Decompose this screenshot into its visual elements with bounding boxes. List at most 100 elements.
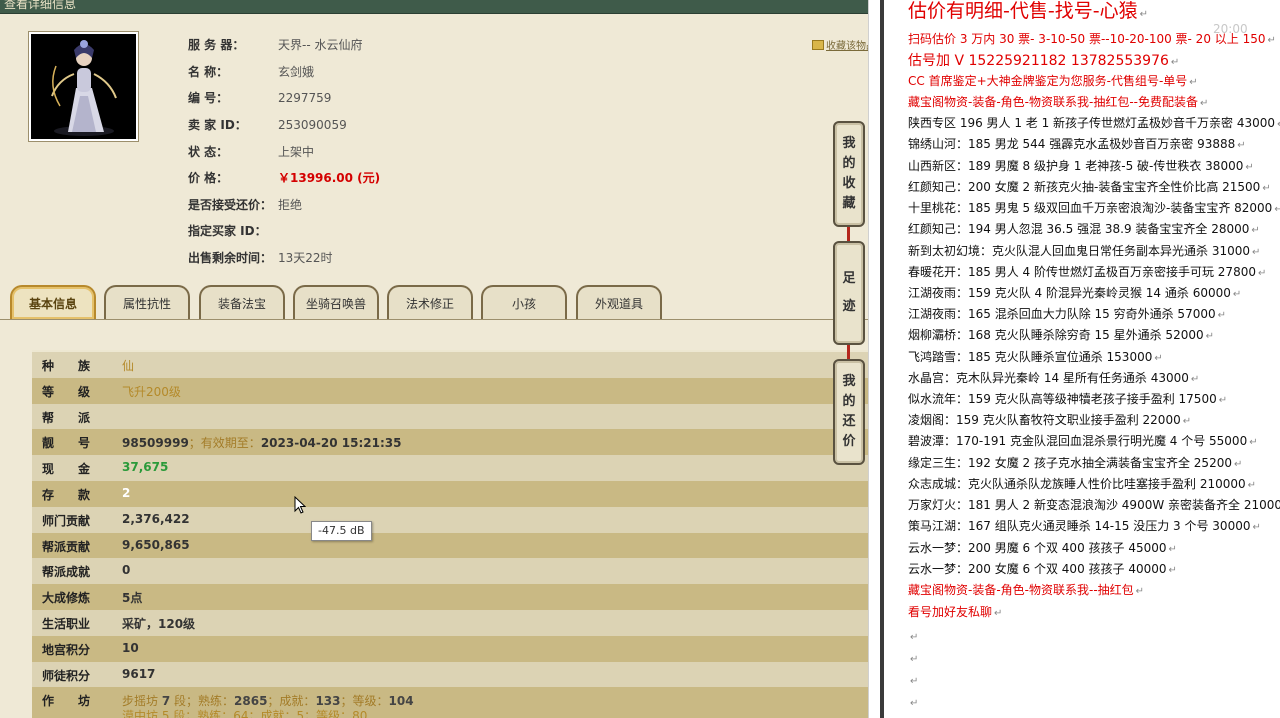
paragraph-mark-icon: ↵ — [1237, 140, 1246, 151]
document-line: 十里桃花：185 男鬼 5 级双回血千万亲密浪淘沙-装备宝宝齐 82000 ↵ — [908, 199, 1280, 216]
document-line: 锦绣山河：185 男龙 544 强霹克水孟极妙音百万亲密 93888 ↵ — [908, 137, 1246, 151]
document-line: 似水流年：159 克火队高等级神犢老孩子接手盈利 17500 ↵ — [908, 392, 1228, 406]
workshop-segment: 133 — [315, 694, 341, 709]
workshop-segment: 步摇坊 — [122, 694, 162, 709]
document-line: 碧波潭：170-191 克金队混回血混杀景行明光魔 4 个号 55000 ↵ — [908, 434, 1258, 448]
paragraph-mark-icon: ↵ — [910, 654, 919, 665]
document-line: 云水一梦：200 女魔 6 个双 400 孩孩子 40000 ↵ — [908, 562, 1177, 576]
scrollbar[interactable] — [880, 0, 884, 718]
side-connector — [847, 345, 850, 359]
document-line: ↵ — [908, 629, 918, 643]
paragraph-mark-icon: ↵ — [1217, 310, 1226, 321]
screen: 查看详细信息 服 务 器： 天界-- 水云仙府 名 称： 玄剑娥 编 号： 22… — [0, 0, 1280, 718]
document-line: 山西新区：189 男魔 8 级护身 1 老神孩-5 破-传世秩衣 38000 ↵ — [908, 159, 1254, 173]
character-avatar — [28, 31, 139, 142]
info-name: 名 称： 玄剑娥 — [188, 65, 315, 79]
paragraph-mark-icon: ↵ — [1135, 586, 1145, 597]
paragraph-mark-icon: ↵ — [1249, 437, 1258, 448]
paragraph-mark-icon: ↵ — [1182, 416, 1192, 427]
document-line: 估价有明细-代售-找号-心猿 ↵ — [908, 0, 1148, 22]
tab-appearance[interactable]: 外观道具 — [576, 285, 662, 319]
page-header-bar: 查看详细信息 — [0, 0, 868, 14]
info-price: 价 格： ￥13996.00 (元) — [188, 171, 381, 185]
volume-tooltip: -47.5 dB — [311, 521, 372, 541]
document-line: 策马江湖：167 组队克火通灵睡杀 14-15 没压力 3 个号 30000 ↵ — [908, 519, 1261, 533]
paragraph-mark-icon: ↵ — [1251, 225, 1260, 236]
info-remaining-time: 出售剩余时间： 13天22时 — [188, 251, 333, 265]
tab-mounts-pets[interactable]: 坐骑召唤兽 — [293, 285, 379, 319]
paragraph-mark-icon: ↵ — [1232, 289, 1242, 300]
document-pane[interactable]: 估价有明细-代售-找号-心猿 ↵ 扫码估价 3 万内 30 票- 3-10-50 票… — [885, 0, 1280, 718]
info-counter-offer: 是否接受还价： 拒绝 — [188, 198, 303, 212]
tab-basic-info[interactable]: 基本信息 — [10, 285, 96, 319]
document-line: ↵ — [908, 673, 918, 687]
folder-add-icon — [812, 40, 824, 50]
side-connector — [847, 227, 850, 241]
paragraph-mark-icon: ↵ — [1170, 57, 1180, 68]
tab-equipment[interactable]: 装备法宝 — [199, 285, 285, 319]
document-line: 藏宝阁物资-装备-角色-物资联系我--抽红包 ↵ — [908, 583, 1145, 597]
footprints-button[interactable]: 足 迹 — [833, 241, 865, 345]
document-line: 春暖花开：185 男人 4 阶传世燃灯孟极百万亲密接手可玩 27800 ↵ — [908, 265, 1267, 279]
document-line: 估号加 V 15225921182 13782553976 ↵ — [908, 53, 1180, 69]
paragraph-mark-icon: ↵ — [1257, 268, 1267, 279]
attr-row-workshop: 作 坊 步摇坊 7 段；熟练：2865；成就：133；等级：104 漠中坊 5 … — [32, 687, 868, 718]
info-server: 服 务 器： 天界-- 水云仙府 — [188, 38, 363, 52]
paragraph-mark-icon: ↵ — [1218, 395, 1228, 406]
my-counter-offers-button[interactable]: 我 的 还 价 — [833, 359, 865, 465]
attr-row-guild: 帮 派 — [32, 403, 868, 430]
attr-row-cash: 现 金 37,675 — [32, 455, 868, 481]
document-line: 凌烟阁：159 克火队畜牧符文职业接手盈利 22000 ↵ — [908, 413, 1192, 427]
document-line: 江湖夜雨：159 克火队 4 阶混异光秦岭灵猴 14 通杀 60000 ↵ — [908, 286, 1242, 300]
document-line: 众志成城：克火队通杀队龙族睡人性价比哇塞接手盈利 210000 ↵ — [908, 477, 1257, 491]
workshop-segment: 段；熟练： — [170, 694, 235, 709]
document-line: 红颜知己：200 女魔 2 新孩克火抽-装备宝宝齐全性价比高 21500 ↵ — [908, 180, 1271, 194]
scrollbar-thumb[interactable] — [880, 0, 884, 718]
paragraph-mark-icon: ↵ — [910, 698, 919, 709]
watermark: 20:00 — [1213, 22, 1248, 36]
document-line: 看号加好友私聊 ↵ — [908, 605, 1003, 619]
document-line: 水晶宫：克木队异光秦岭 14 星所有任务通杀 43000 ↵ — [908, 371, 1200, 385]
paragraph-mark-icon: ↵ — [1189, 77, 1198, 88]
tab-spell-modifiers[interactable]: 法术修正 — [387, 285, 473, 319]
tab-children[interactable]: 小孩 — [481, 285, 567, 319]
paragraph-mark-icon: ↵ — [1168, 544, 1177, 555]
paragraph-mark-icon: ↵ — [910, 676, 919, 687]
document-line: 飞鸿踏雪：185 克火队睡杀宣位通杀 153000 ↵ — [908, 350, 1163, 364]
paragraph-mark-icon: ↵ — [1154, 353, 1163, 364]
attr-row-vanity-number: 靓 号 98509999；有效期至：2023-04-20 15:21:35 — [32, 429, 868, 456]
paragraph-mark-icon: ↵ — [1233, 459, 1243, 470]
info-designated-buyer: 指定买家 ID： — [188, 224, 267, 238]
info-seller-id: 卖 家 ID： 253090059 — [188, 118, 347, 132]
attr-row-deposit: 存 款 2 — [32, 481, 868, 507]
attribute-table: 种 族 仙 等 级 飞升200级 帮 派 靓 号 98509999；有效期至：2… — [32, 350, 868, 718]
paragraph-mark-icon: ↵ — [1267, 35, 1276, 46]
attr-row-dungeon-points: 地宫积分 10 — [32, 635, 868, 662]
basic-info-panel: 种 族 仙 等 级 飞升200级 帮 派 靓 号 98509999；有效期至：2… — [0, 319, 868, 718]
attr-row-mentor-points: 师徒积分 9617 — [32, 661, 868, 688]
workshop-segment: ；等级： — [340, 694, 389, 709]
info-number: 编 号： 2297759 — [188, 91, 332, 105]
tab-attributes[interactable]: 属性抗性 — [104, 285, 190, 319]
my-favorites-button[interactable]: 我 的 收 藏 — [833, 121, 865, 227]
document-line: 江湖夜雨：165 混杀回血大力队除 15 穷奇外通杀 57000 ↵ — [908, 307, 1226, 321]
document-line: 红颜知己：194 男人忽混 36.5 强混 38.9 装备宝宝齐全 28000 ↵ — [908, 222, 1260, 236]
workshop-segment: ；成就： — [267, 694, 316, 709]
attr-row-level: 等 级 飞升200级 — [32, 377, 868, 404]
document-line: 藏宝阁物资-装备-角色-物资联系我-抽红包--免费配装备 ↵ — [908, 95, 1209, 109]
paragraph-mark-icon: ↵ — [1274, 204, 1280, 215]
paragraph-mark-icon: ↵ — [1252, 522, 1261, 533]
character-figure-icon — [50, 39, 117, 136]
paragraph-mark-icon: ↵ — [910, 632, 919, 643]
document-line: 陕西专区 196 男人 1 老 1 新孩子传世燃灯孟极妙音千万亲密 43000↵ — [908, 114, 1280, 131]
paragraph-mark-icon: ↵ — [1245, 162, 1254, 173]
workshop-segment: 7 — [161, 694, 171, 709]
workshop-segment: 2865 — [234, 694, 268, 709]
workshop-segment: 104 — [388, 694, 414, 709]
document-line: ↵ — [908, 695, 918, 709]
document-line: 烟柳灞桥：168 克火队睡杀除穷奇 15 星外通杀 52000 ↵ — [908, 328, 1214, 342]
attr-row-cultivation: 大成修炼 5点 — [32, 584, 868, 610]
paragraph-mark-icon: ↵ — [1190, 374, 1200, 385]
paragraph-mark-icon: ↵ — [1252, 247, 1261, 258]
favorite-link[interactable]: 收藏该物品 — [812, 37, 868, 52]
